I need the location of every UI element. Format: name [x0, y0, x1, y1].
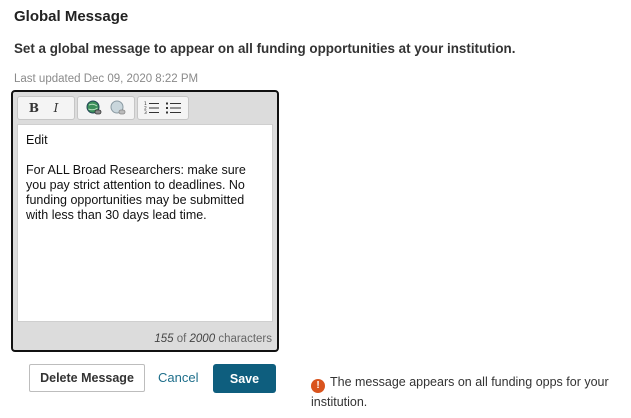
message-textarea[interactable]: Edit For ALL Broad Researchers: make sur… — [17, 124, 273, 322]
character-max: 2000 — [189, 333, 216, 345]
link-group — [77, 96, 135, 120]
bulleted-list-icon[interactable] — [164, 99, 184, 117]
warning-icon: ! — [311, 379, 325, 393]
save-button[interactable]: Save — [213, 364, 276, 393]
notice-text: The message appears on all funding opps … — [311, 375, 609, 409]
unlink-icon[interactable] — [108, 99, 128, 117]
list-group: 1 2 3 — [137, 96, 189, 120]
message-editor: B I 1 2 3 Edit For ALL Broad Researchers… — [11, 90, 279, 352]
last-updated-text: Last updated Dec 09, 2020 8:22 PM — [14, 73, 199, 85]
message-paragraph-1: Edit — [26, 133, 48, 147]
counter-unit: characters — [218, 333, 272, 345]
counter-of: of — [176, 333, 187, 345]
italic-icon[interactable]: I — [46, 99, 66, 117]
page-subtitle: Set a global message to appear on all fu… — [14, 41, 516, 56]
cancel-button[interactable]: Cancel — [158, 370, 198, 385]
page-title: Global Message — [14, 8, 129, 25]
delete-message-button[interactable]: Delete Message — [29, 364, 145, 392]
message-paragraph-2: For ALL Broad Researchers: make sure you… — [26, 163, 246, 222]
bold-icon[interactable]: B — [24, 99, 44, 117]
character-counter: 155 of 2000 characters — [154, 333, 272, 345]
character-count: 155 — [154, 333, 174, 345]
svg-text:3: 3 — [144, 110, 147, 115]
link-icon[interactable] — [84, 99, 104, 117]
numbered-list-icon[interactable]: 1 2 3 — [142, 99, 162, 117]
format-group: B I — [17, 96, 75, 120]
notice-message: ! The message appears on all funding opps… — [311, 373, 627, 411]
